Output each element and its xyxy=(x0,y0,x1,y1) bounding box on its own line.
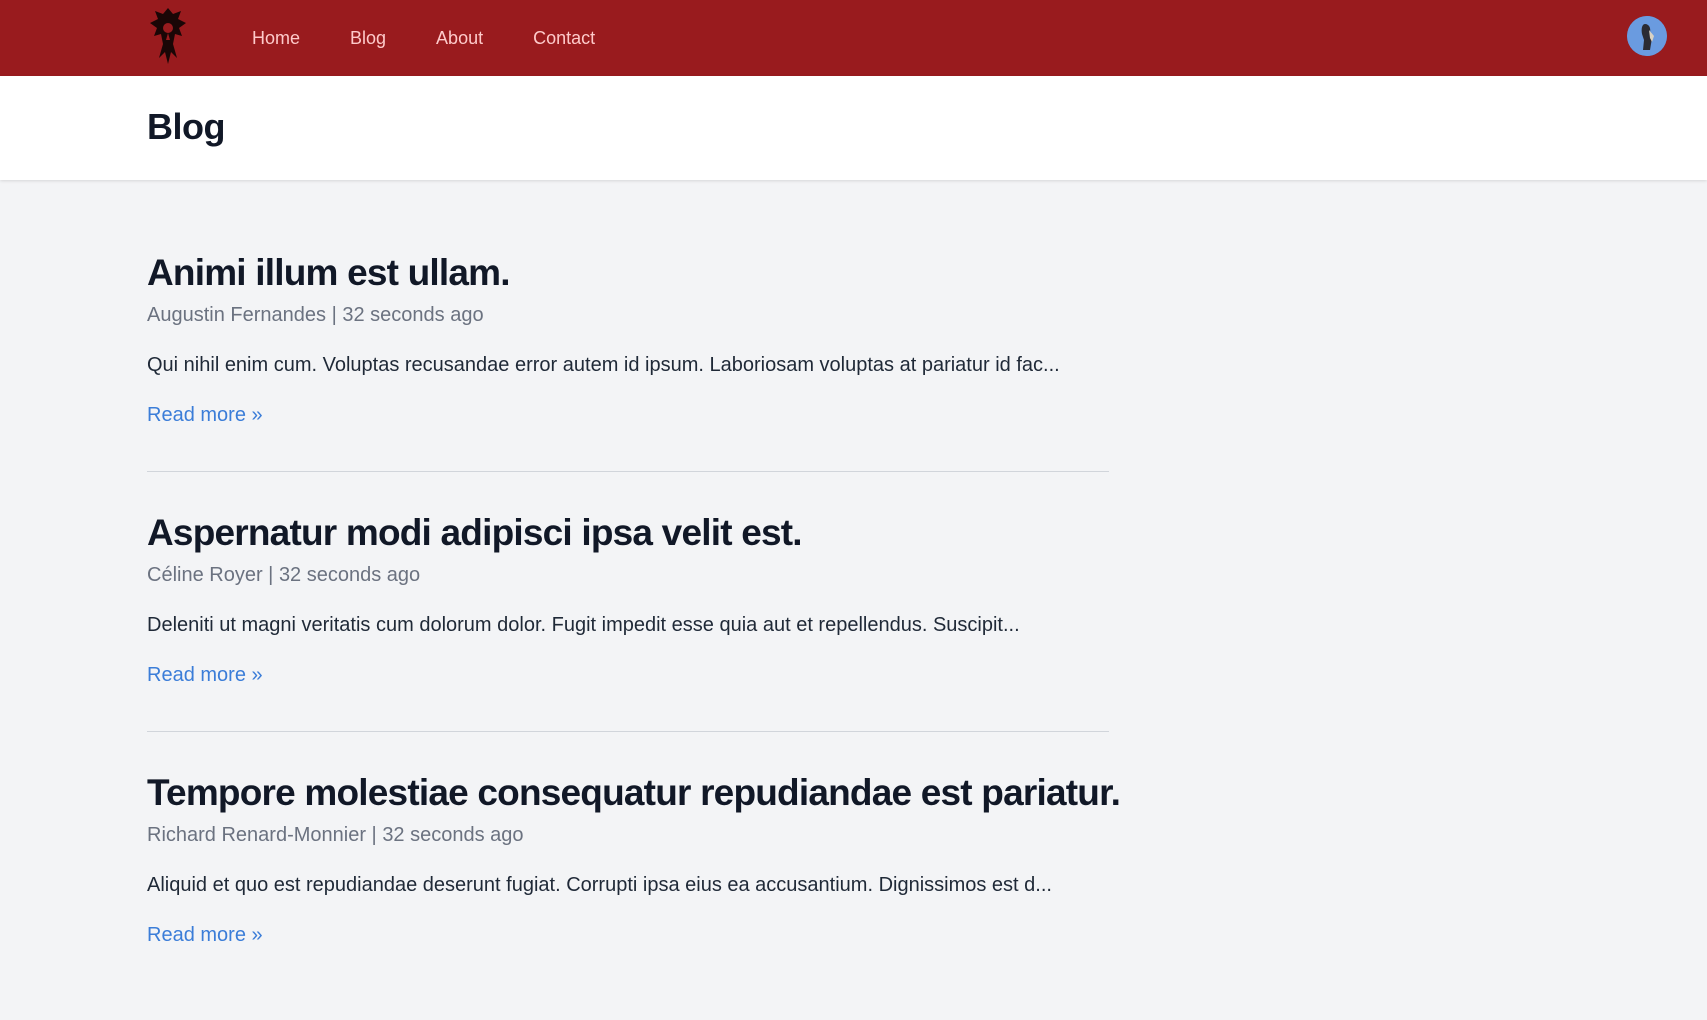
nav-link-contact[interactable]: Contact xyxy=(533,28,595,49)
top-navigation-bar: Home Blog About Contact xyxy=(0,0,1707,76)
nav-link-home[interactable]: Home xyxy=(252,28,300,49)
page-header: Blog xyxy=(0,76,1707,180)
read-more-link[interactable]: Read more » xyxy=(147,924,263,947)
meta-separator: | xyxy=(371,824,383,846)
post-excerpt: Aliquid et quo est repudiandae deserunt … xyxy=(147,874,1052,896)
post-title[interactable]: Aspernatur modi adipisci ipsa velit est. xyxy=(147,512,803,554)
meta-separator: | xyxy=(268,564,279,586)
post-author: Richard Renard-Monnier xyxy=(147,824,366,846)
main-nav: Home Blog About Contact xyxy=(252,0,645,76)
post-divider xyxy=(147,731,1109,732)
nav-link-blog[interactable]: Blog xyxy=(350,28,386,49)
post-meta: Céline Royer | 32 seconds ago xyxy=(147,564,420,587)
post-item: Animi illum est ullam. Augustin Fernande… xyxy=(147,240,1109,500)
nav-link-about[interactable]: About xyxy=(436,28,483,49)
post-title[interactable]: Animi illum est ullam. xyxy=(147,252,511,294)
horde-emblem-icon[interactable] xyxy=(147,6,189,66)
post-meta: Richard Renard-Monnier | 32 seconds ago xyxy=(147,824,524,847)
post-meta: Augustin Fernandes | 32 seconds ago xyxy=(147,304,484,327)
post-author: Augustin Fernandes xyxy=(147,304,327,326)
post-list: Animi illum est ullam. Augustin Fernande… xyxy=(147,240,1121,1020)
post-author: Céline Royer xyxy=(147,564,263,586)
post-divider xyxy=(147,471,1109,472)
post-title[interactable]: Tempore molestiae consequatur repudianda… xyxy=(147,772,1121,814)
page-title: Blog xyxy=(147,106,225,147)
post-time: 32 seconds ago xyxy=(382,824,524,846)
read-more-link[interactable]: Read more » xyxy=(147,404,263,427)
post-item: Aspernatur modi adipisci ipsa velit est.… xyxy=(147,500,1109,760)
meta-separator: | xyxy=(331,304,343,326)
post-time: 32 seconds ago xyxy=(342,304,484,326)
read-more-link[interactable]: Read more » xyxy=(147,664,263,687)
post-excerpt: Deleniti ut magni veritatis cum dolorum … xyxy=(147,614,1020,636)
post-time: 32 seconds ago xyxy=(278,564,421,586)
post-excerpt: Qui nihil enim cum. Voluptas recusandae … xyxy=(147,354,1060,376)
post-item: Tempore molestiae consequatur repudianda… xyxy=(147,760,1121,1020)
user-avatar-icon[interactable] xyxy=(1627,16,1667,56)
